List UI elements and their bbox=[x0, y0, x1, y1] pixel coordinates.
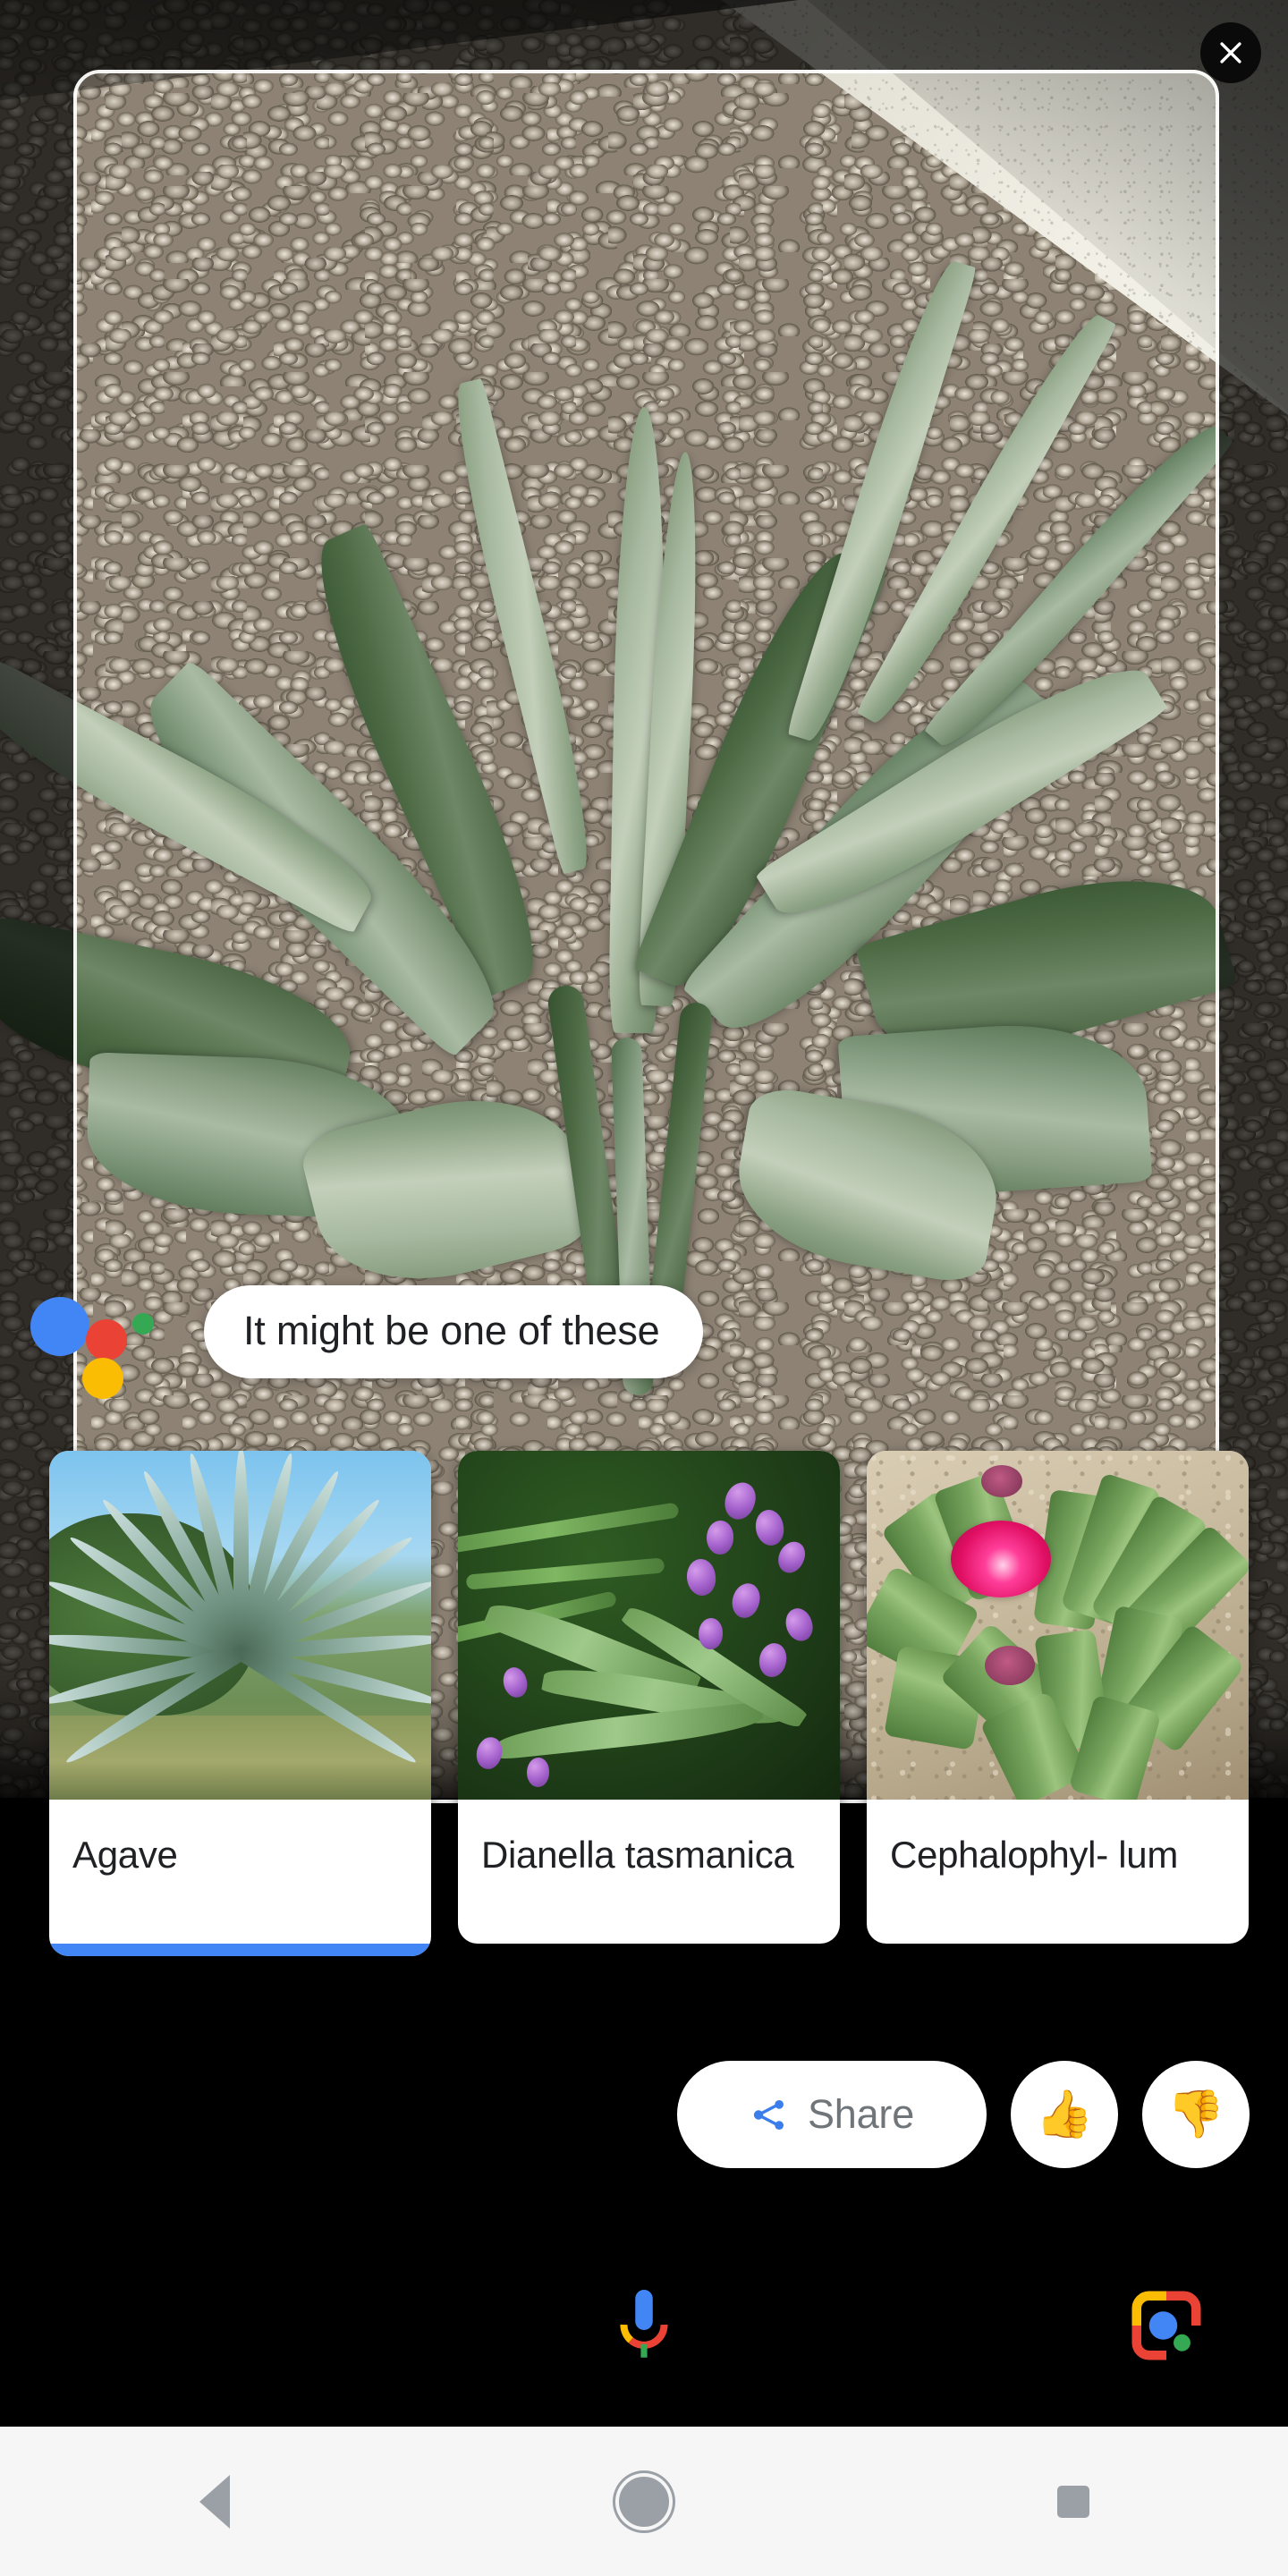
close-icon bbox=[1220, 42, 1241, 64]
nav-back-button[interactable] bbox=[152, 2448, 277, 2555]
share-button-label: Share bbox=[807, 2091, 915, 2137]
result-card-cephalophyllum[interactable]: Cephalophyl- lum bbox=[867, 1451, 1249, 1944]
agave-plant-thumbnail bbox=[49, 1451, 431, 1800]
result-card-agave[interactable]: Agave bbox=[49, 1451, 431, 1956]
thumbs-down-button[interactable]: 👎 bbox=[1142, 2061, 1250, 2168]
share-button[interactable]: Share bbox=[677, 2061, 987, 2168]
google-assistant-dots-icon bbox=[27, 1294, 197, 1402]
result-card-label: Cephalophyl- lum bbox=[890, 1834, 1179, 1876]
assistant-dot-blue bbox=[30, 1297, 89, 1356]
nav-home-button[interactable] bbox=[581, 2448, 707, 2555]
feedback-actions: Share 👍 👎 bbox=[677, 2061, 1250, 2168]
cephalophyllum-plant-thumbnail bbox=[867, 1451, 1249, 1800]
nav-recents-icon bbox=[1057, 2485, 1089, 2518]
thumbs-up-icon: 👍 bbox=[1035, 2089, 1094, 2140]
result-card-label: Dianella tasmanica bbox=[481, 1834, 794, 1876]
result-card-dianella[interactable]: Dianella tasmanica bbox=[458, 1451, 840, 1944]
assistant-dot-green bbox=[132, 1313, 154, 1335]
google-lens-icon bbox=[1131, 2291, 1201, 2360]
lens-button[interactable] bbox=[1122, 2281, 1211, 2370]
assistant-message-text: It might be one of these bbox=[243, 1308, 660, 1353]
lens-bottom-bar bbox=[0, 2245, 1288, 2397]
google-mic-icon bbox=[620, 2290, 668, 2358]
selected-indicator-bar bbox=[49, 1944, 431, 1956]
close-button[interactable] bbox=[1200, 22, 1261, 83]
thumbs-down-icon: 👎 bbox=[1166, 2089, 1225, 2140]
result-card-label: Agave bbox=[72, 1834, 178, 1876]
dianella-plant-thumbnail bbox=[458, 1451, 840, 1800]
android-navigation-bar bbox=[0, 2427, 1288, 2576]
assistant-dot-yellow bbox=[82, 1358, 123, 1399]
share-icon bbox=[753, 2099, 784, 2130]
nav-back-icon bbox=[199, 2474, 230, 2529]
thumbs-up-button[interactable]: 👍 bbox=[1011, 2061, 1118, 2168]
nav-recents-button[interactable] bbox=[1011, 2448, 1136, 2555]
mic-button[interactable] bbox=[590, 2275, 698, 2374]
assistant-message-bubble: It might be one of these bbox=[204, 1285, 703, 1379]
suggestion-card-list: Agave Dianella tasmanica Cephalophyl- lu… bbox=[49, 1451, 1249, 1956]
assistant-dot-red bbox=[86, 1319, 127, 1360]
nav-home-icon bbox=[619, 2476, 669, 2527]
